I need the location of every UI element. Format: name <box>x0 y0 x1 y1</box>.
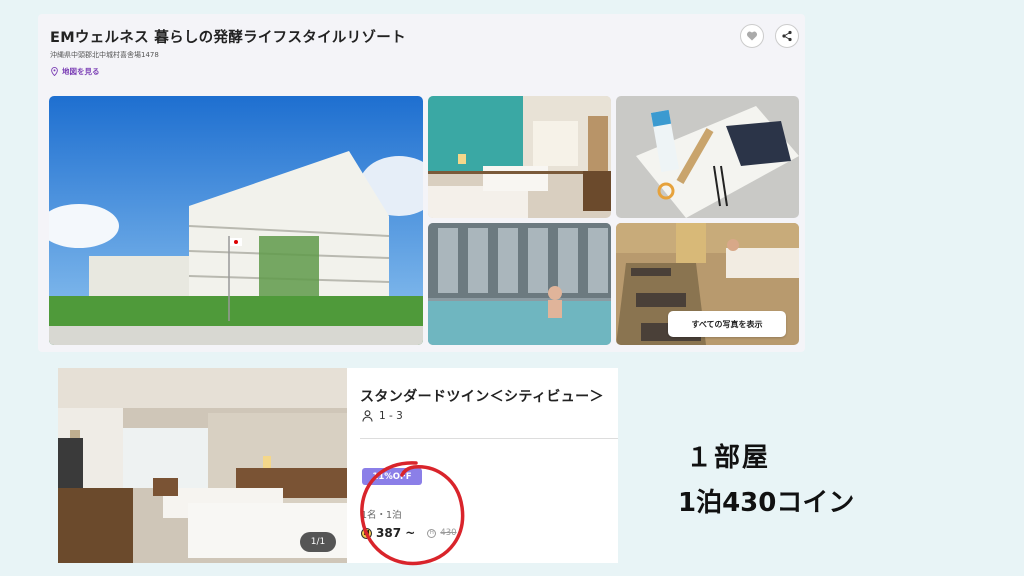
hotel-address: 沖縄県中頭郡北中城村喜舎場1478 <box>50 51 159 59</box>
hotel-header-card: EMウェルネス 暮らしの発酵ライフスタイルリゾート 沖縄県中頭郡北中城村喜舎場1… <box>38 14 805 352</box>
person-icon <box>362 410 373 422</box>
original-price: 430 <box>440 528 457 538</box>
heart-icon <box>746 31 758 41</box>
annotation-line-2: 1泊430コイン <box>678 488 855 518</box>
photo-counter: 1/1 <box>300 532 336 552</box>
price: 387 ~ <box>376 526 416 540</box>
plan-label: 1名・1泊 <box>361 510 402 521</box>
discount-badge: 11%OFF <box>362 468 422 485</box>
room-photo[interactable]: 1/1 <box>58 368 347 563</box>
bath-photo[interactable] <box>428 223 611 345</box>
map-link-label: 地図を見る <box>62 67 100 76</box>
coin-small-icon: H <box>427 528 437 538</box>
room-capacity: 1 - 3 <box>362 410 403 422</box>
room-photo-thumb[interactable] <box>428 96 611 218</box>
room-card[interactable]: 1/1 スタンダードツイン＜シティビュー＞ 1 - 3 11%OFF 1名・1泊… <box>58 368 618 563</box>
price-row: H 387 ~ H 430 <box>361 526 457 540</box>
show-all-photos-button[interactable]: すべての写真を表示 <box>668 311 786 337</box>
share-button[interactable] <box>775 24 799 48</box>
favorite-button[interactable] <box>740 24 764 48</box>
capacity-label: 1 - 3 <box>379 410 403 422</box>
map-pin-icon <box>51 67 58 76</box>
hotel-exterior-photo[interactable] <box>49 96 423 345</box>
room-name[interactable]: スタンダードツイン＜シティビュー＞ <box>360 386 604 406</box>
annotation-line-1: １部屋 <box>686 443 771 473</box>
share-icon <box>782 30 792 42</box>
hotel-title: EMウェルネス 暮らしの発酵ライフスタイルリゾート <box>50 30 406 46</box>
divider <box>360 438 618 439</box>
map-link[interactable]: 地図を見る <box>50 66 100 77</box>
amenity-photo[interactable] <box>616 96 799 218</box>
spa-photo: すべての写真を表示 <box>616 223 799 345</box>
coin-icon: H <box>361 527 372 539</box>
